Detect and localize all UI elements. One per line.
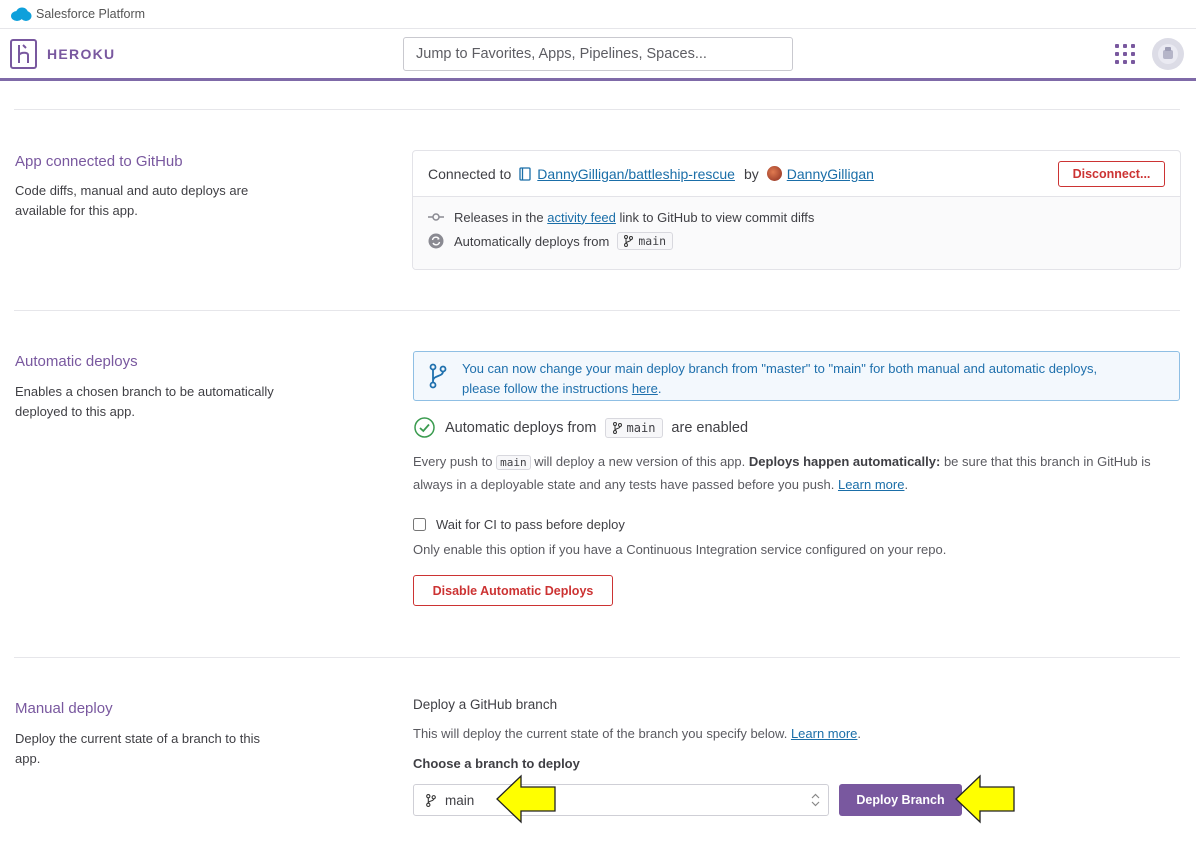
avatar-icon <box>1158 44 1178 64</box>
activity-feed-link[interactable]: activity feed <box>547 210 616 225</box>
branch-chip-label: main <box>638 234 667 248</box>
highlight-arrow-icon <box>955 774 1015 824</box>
manual-deploy-title: Manual deploy <box>15 700 113 717</box>
branch-select[interactable]: main <box>413 784 829 816</box>
branch-chip: main <box>617 232 674 250</box>
info-banner: You can now change your main deploy bran… <box>413 351 1180 401</box>
push-pre: Every push to <box>413 454 493 469</box>
instructions-here-link[interactable]: here <box>632 381 658 396</box>
branch-chip-label: main <box>626 420 656 435</box>
heroku-logo-icon[interactable] <box>10 39 37 69</box>
push-post: be sure that this branch in GitHub is <box>943 454 1151 469</box>
connected-prefix: Connected to <box>428 165 512 182</box>
banner-line2-post: . <box>657 381 662 396</box>
releases-pre: Releases in the <box>454 209 544 225</box>
auto-deploy-row: Automatically deploys from main <box>428 232 674 250</box>
section-divider <box>14 657 1180 658</box>
heroku-header: HEROKU <box>0 29 1196 81</box>
releases-post: link to GitHub to view commit diffs <box>619 209 815 225</box>
github-user-avatar <box>766 166 782 181</box>
manual-learn-more-link[interactable]: Learn more <box>791 726 857 741</box>
disconnect-button[interactable]: Disconnect... <box>1058 161 1165 187</box>
disable-auto-deploys-button[interactable]: Disable Automatic Deploys <box>413 575 613 606</box>
highlight-arrow-icon <box>496 774 556 824</box>
manual-help-text: This will deploy the current state of th… <box>413 723 861 745</box>
select-arrows-icon <box>811 793 820 807</box>
apps-grid-icon[interactable] <box>1115 44 1135 64</box>
by-text: by <box>743 165 759 182</box>
banner-line2-pre: please follow the instructions <box>462 381 629 396</box>
enabled-post: are enabled <box>671 419 749 436</box>
branch-chip: main <box>604 417 664 438</box>
auto-from-text: Automatically deploys from <box>454 233 610 249</box>
auto-deploy-title: Automatic deploys <box>15 353 138 370</box>
repo-icon <box>519 166 531 181</box>
auto-deploy-explanation: Every push to main will deploy a new ver… <box>413 451 1183 496</box>
auto-deploy-status: Automatic deploys from main are enabled <box>414 417 748 438</box>
push-mid: will deploy a new version of this app. <box>534 454 746 469</box>
branch-icon <box>612 421 622 434</box>
sync-icon <box>428 233 444 249</box>
salesforce-bar: Salesforce Platform <box>0 0 1196 29</box>
auto-deploy-description: Enables a chosen branch to be automatica… <box>15 384 274 419</box>
manual-deploy-description: Deploy the current state of a branch to … <box>15 731 260 766</box>
deploy-github-branch-heading: Deploy a GitHub branch <box>413 697 558 712</box>
github-connection-card: Connected to DannyGilligan/battleship-re… <box>412 150 1181 270</box>
section-divider <box>14 109 1180 110</box>
search-input[interactable] <box>403 37 793 71</box>
check-circle-icon <box>414 417 435 438</box>
commit-icon <box>428 209 444 225</box>
heroku-brand[interactable]: HEROKU <box>47 46 115 62</box>
choose-branch-label: Choose a branch to deploy <box>413 756 580 771</box>
github-section-title: App connected to GitHub <box>15 153 183 170</box>
banner-line1: You can now change your main deploy bran… <box>462 361 1098 376</box>
learn-more-link[interactable]: Learn more <box>838 477 904 492</box>
salesforce-title: Salesforce Platform <box>36 7 146 21</box>
repo-link[interactable]: DannyGilligan/battleship-rescue <box>537 166 735 182</box>
ci-checkbox[interactable] <box>413 518 426 531</box>
info-banner-text: You can now change your main deploy bran… <box>462 359 1162 399</box>
period: . <box>904 477 909 492</box>
branch-icon <box>426 793 436 807</box>
releases-row: Releases in the activity feed link to Gi… <box>428 209 814 225</box>
deploy-branch-button[interactable]: Deploy Branch <box>839 784 962 816</box>
branch-icon <box>624 235 634 247</box>
manual-help-pre: This will deploy the current state of th… <box>413 726 788 741</box>
ci-checkbox-row[interactable]: Wait for CI to pass before deploy <box>413 517 625 532</box>
ci-label: Wait for CI to pass before deploy <box>436 517 625 532</box>
push-bold: Deploys happen automatically: <box>748 454 941 469</box>
selected-branch: main <box>445 792 475 808</box>
enabled-pre: Automatic deploys from <box>445 419 597 436</box>
user-avatar[interactable] <box>1152 38 1184 70</box>
period: . <box>857 726 862 741</box>
section-divider <box>14 310 1180 311</box>
ci-help-text: Only enable this option if you have a Co… <box>413 542 947 557</box>
salesforce-cloud-icon <box>11 7 32 21</box>
branch-icon <box>429 363 447 389</box>
push-branch-chip: main <box>496 455 531 470</box>
github-user-link[interactable]: DannyGilligan <box>787 166 874 182</box>
github-section-description: Code diffs, manual and auto deploys are … <box>15 183 249 218</box>
push-line2: always in a deployable state and any tes… <box>413 477 835 492</box>
